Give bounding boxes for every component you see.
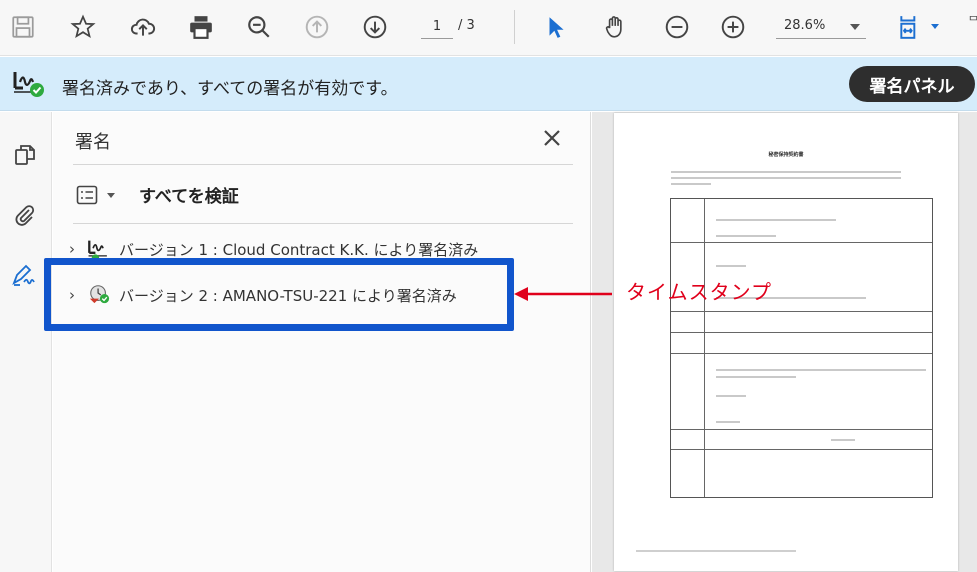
text-line (671, 177, 901, 179)
signature-version-label: バージョン 1 : Cloud Contract K.K. により署名済み (119, 240, 479, 259)
signatures-pen-icon[interactable] (10, 260, 40, 290)
bookmark-star-icon[interactable] (66, 10, 100, 44)
zoom-out-icon[interactable] (242, 10, 276, 44)
left-tool-rail (0, 112, 52, 572)
text-line (671, 183, 711, 185)
next-page-icon[interactable] (358, 10, 392, 44)
document-title: 秘密保持契約書 (768, 152, 804, 158)
fit-page-icon[interactable] (893, 10, 927, 44)
signature-status-message: 署名済みであり、すべての署名が有効です。 (62, 79, 398, 99)
signatures-panel: 署名 すべてを検証 › バージョン 1 : Cloud Contract K.K… (53, 112, 591, 572)
text-line (671, 171, 901, 173)
save-icon[interactable] (6, 10, 40, 44)
panel-title: 署名 (75, 132, 111, 153)
chevron-down-icon (850, 24, 860, 30)
document-footer (636, 550, 796, 552)
chevron-down-icon (107, 192, 115, 198)
zoom-level-select[interactable]: 28.6% (776, 15, 866, 39)
signature-panel-button[interactable]: 署名パネル (849, 66, 975, 102)
select-cursor-icon[interactable] (539, 10, 573, 44)
zoom-minus-icon[interactable] (660, 10, 694, 44)
panel-divider (73, 164, 573, 165)
attachment-paperclip-icon[interactable] (10, 200, 40, 230)
timestamp-annotation-label: タイムスタンプ (626, 280, 772, 304)
overflow-icon[interactable]: ᄆ (968, 12, 977, 29)
signature-valid-icon (12, 68, 46, 98)
pages-thumbnail-icon[interactable] (10, 140, 40, 170)
signature-status-bar: 署名済みであり、すべての署名が有効です。 署名パネル (0, 57, 977, 111)
list-options-icon (76, 185, 98, 205)
previous-page-icon[interactable] (300, 10, 334, 44)
close-icon[interactable] (540, 126, 564, 150)
toolbar-divider (514, 10, 515, 44)
hand-tool-icon[interactable] (598, 10, 632, 44)
document-viewer[interactable]: 秘密保持契約書 (592, 112, 977, 572)
upload-cloud-icon[interactable] (126, 10, 160, 44)
print-icon[interactable] (184, 10, 218, 44)
fit-chevron-down-icon[interactable] (931, 24, 939, 29)
verify-all-link[interactable]: すべてを検証 (139, 182, 239, 207)
document-page: 秘密保持契約書 (614, 113, 958, 571)
panel-divider (73, 223, 573, 224)
document-table (670, 198, 933, 498)
timestamp-highlight-box (44, 258, 514, 331)
annotation-arrow-icon (514, 287, 612, 301)
options-menu-button[interactable] (75, 182, 125, 208)
toolbar: / 3 28.6% ᄆ (0, 0, 977, 56)
page-total: / 3 (458, 18, 475, 33)
chevron-right-icon[interactable]: › (69, 240, 83, 258)
zoom-plus-icon[interactable] (716, 10, 750, 44)
page-number-input[interactable] (421, 15, 453, 39)
zoom-level-value: 28.6% (784, 18, 826, 33)
